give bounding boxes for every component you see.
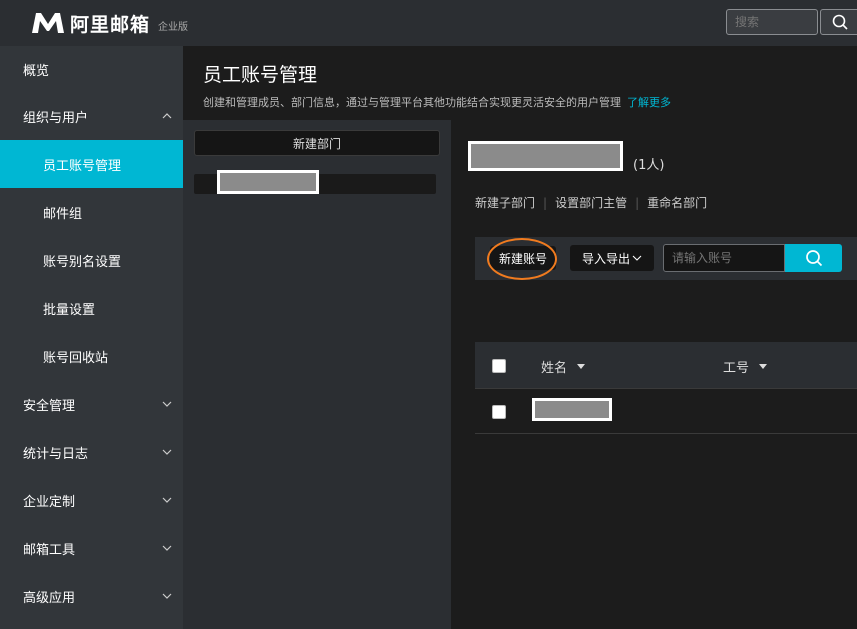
top-bar: 阿里邮箱 企业版 [0,0,857,46]
account-search-button[interactable] [785,244,842,272]
chevron-down-icon [162,449,172,455]
sidebar-item-advanced-apps[interactable]: 高级应用 [0,572,183,620]
sidebar-item-enterprise-custom[interactable]: 企业定制 [0,476,183,524]
column-header-employee-id[interactable]: 工号 [723,357,768,376]
sidebar-item-overview[interactable]: 概览 [0,46,183,92]
sidebar-item-label: 企业定制 [23,494,76,510]
logo[interactable]: 阿里邮箱 企业版 [30,9,188,37]
import-export-dropdown[interactable]: 导入导出 [570,245,654,271]
department-panel: 新建部门 [183,120,451,629]
logo-edition: 企业版 [158,21,189,33]
page-header: 员工账号管理 创建和管理成员、部门信息，通过与管理平台其他功能结合实现更灵活安全… [183,46,857,120]
sidebar: 概览 组织与用户 员工账号管理 邮件组 账号别名设置 批量设置 账号回收站 安全… [0,46,183,629]
logo-m-icon [32,13,64,33]
page-description: 创建和管理成员、部门信息，通过与管理平台其他功能结合实现更灵活安全的用户管理 了解… [203,94,671,110]
column-header-label: 姓名 [541,361,568,376]
sidebar-item-label: 批量设置 [43,302,96,318]
global-search-input[interactable] [726,9,818,35]
sidebar-item-label: 员工账号管理 [43,158,122,174]
sidebar-item-account-alias[interactable]: 账号别名设置 [0,236,183,284]
sidebar-item-mail-tools[interactable]: 邮箱工具 [0,524,183,572]
logo-text: 阿里邮箱 [70,13,151,36]
sidebar-item-label: 统计与日志 [23,446,89,462]
redacted-current-department [468,141,623,171]
set-department-manager-link[interactable]: 设置部门主管 [555,194,627,211]
page-title: 员工账号管理 [203,64,318,86]
sidebar-item-label: 邮件组 [43,206,83,222]
sort-caret-icon [577,364,586,369]
row-checkbox[interactable] [492,405,506,419]
sidebar-item-account-recycle[interactable]: 账号回收站 [0,332,183,380]
page-description-text: 创建和管理成员、部门信息，通过与管理平台其他功能结合实现更灵活安全的用户管理 [203,96,621,109]
select-all-checkbox[interactable] [492,359,506,373]
sidebar-item-org-users[interactable]: 组织与用户 [0,92,183,140]
sidebar-item-label: 安全管理 [23,398,76,414]
redacted-employee-name [532,398,612,421]
sidebar-item-stats-logs[interactable]: 统计与日志 [0,428,183,476]
divider: | [635,195,640,210]
global-search-button[interactable] [820,9,857,35]
sidebar-item-label: 概览 [23,63,50,79]
chevron-down-icon [632,255,642,261]
chevron-up-icon [162,113,172,119]
search-icon [805,250,822,267]
new-account-button[interactable]: 新建账号 [490,246,556,270]
sidebar-item-batch-settings[interactable]: 批量设置 [0,284,183,332]
member-count: (1人) [633,158,665,173]
sidebar-item-security[interactable]: 安全管理 [0,380,183,428]
table-header [475,342,857,389]
rename-department-link[interactable]: 重命名部门 [647,194,707,211]
chevron-down-icon [162,401,172,407]
divider: | [543,195,548,210]
sidebar-item-label: 高级应用 [23,590,76,606]
sort-caret-icon [759,364,768,369]
column-header-label: 工号 [723,361,750,376]
sidebar-item-label: 邮箱工具 [23,542,76,558]
sidebar-item-mail-groups[interactable]: 邮件组 [0,188,183,236]
redacted-department-name [217,170,319,194]
chevron-down-icon [162,545,172,551]
add-sub-department-link[interactable]: 新建子部门 [475,194,535,211]
new-department-button[interactable]: 新建部门 [194,130,440,156]
import-export-label: 导入导出 [581,251,630,266]
sidebar-item-label: 组织与用户 [23,110,89,126]
sidebar-item-employee-accounts[interactable]: 员工账号管理 [0,140,183,188]
account-search-input[interactable] [663,244,785,272]
search-icon [832,14,848,30]
chevron-down-icon [162,497,172,503]
chevron-down-icon [162,593,172,599]
sidebar-item-label: 账号回收站 [43,350,109,366]
learn-more-link[interactable]: 了解更多 [627,96,671,109]
column-header-name[interactable]: 姓名 [541,357,586,376]
department-actions: 新建子部门 | 设置部门主管 | 重命名部门 [475,194,707,211]
sidebar-item-label: 账号别名设置 [43,254,122,270]
